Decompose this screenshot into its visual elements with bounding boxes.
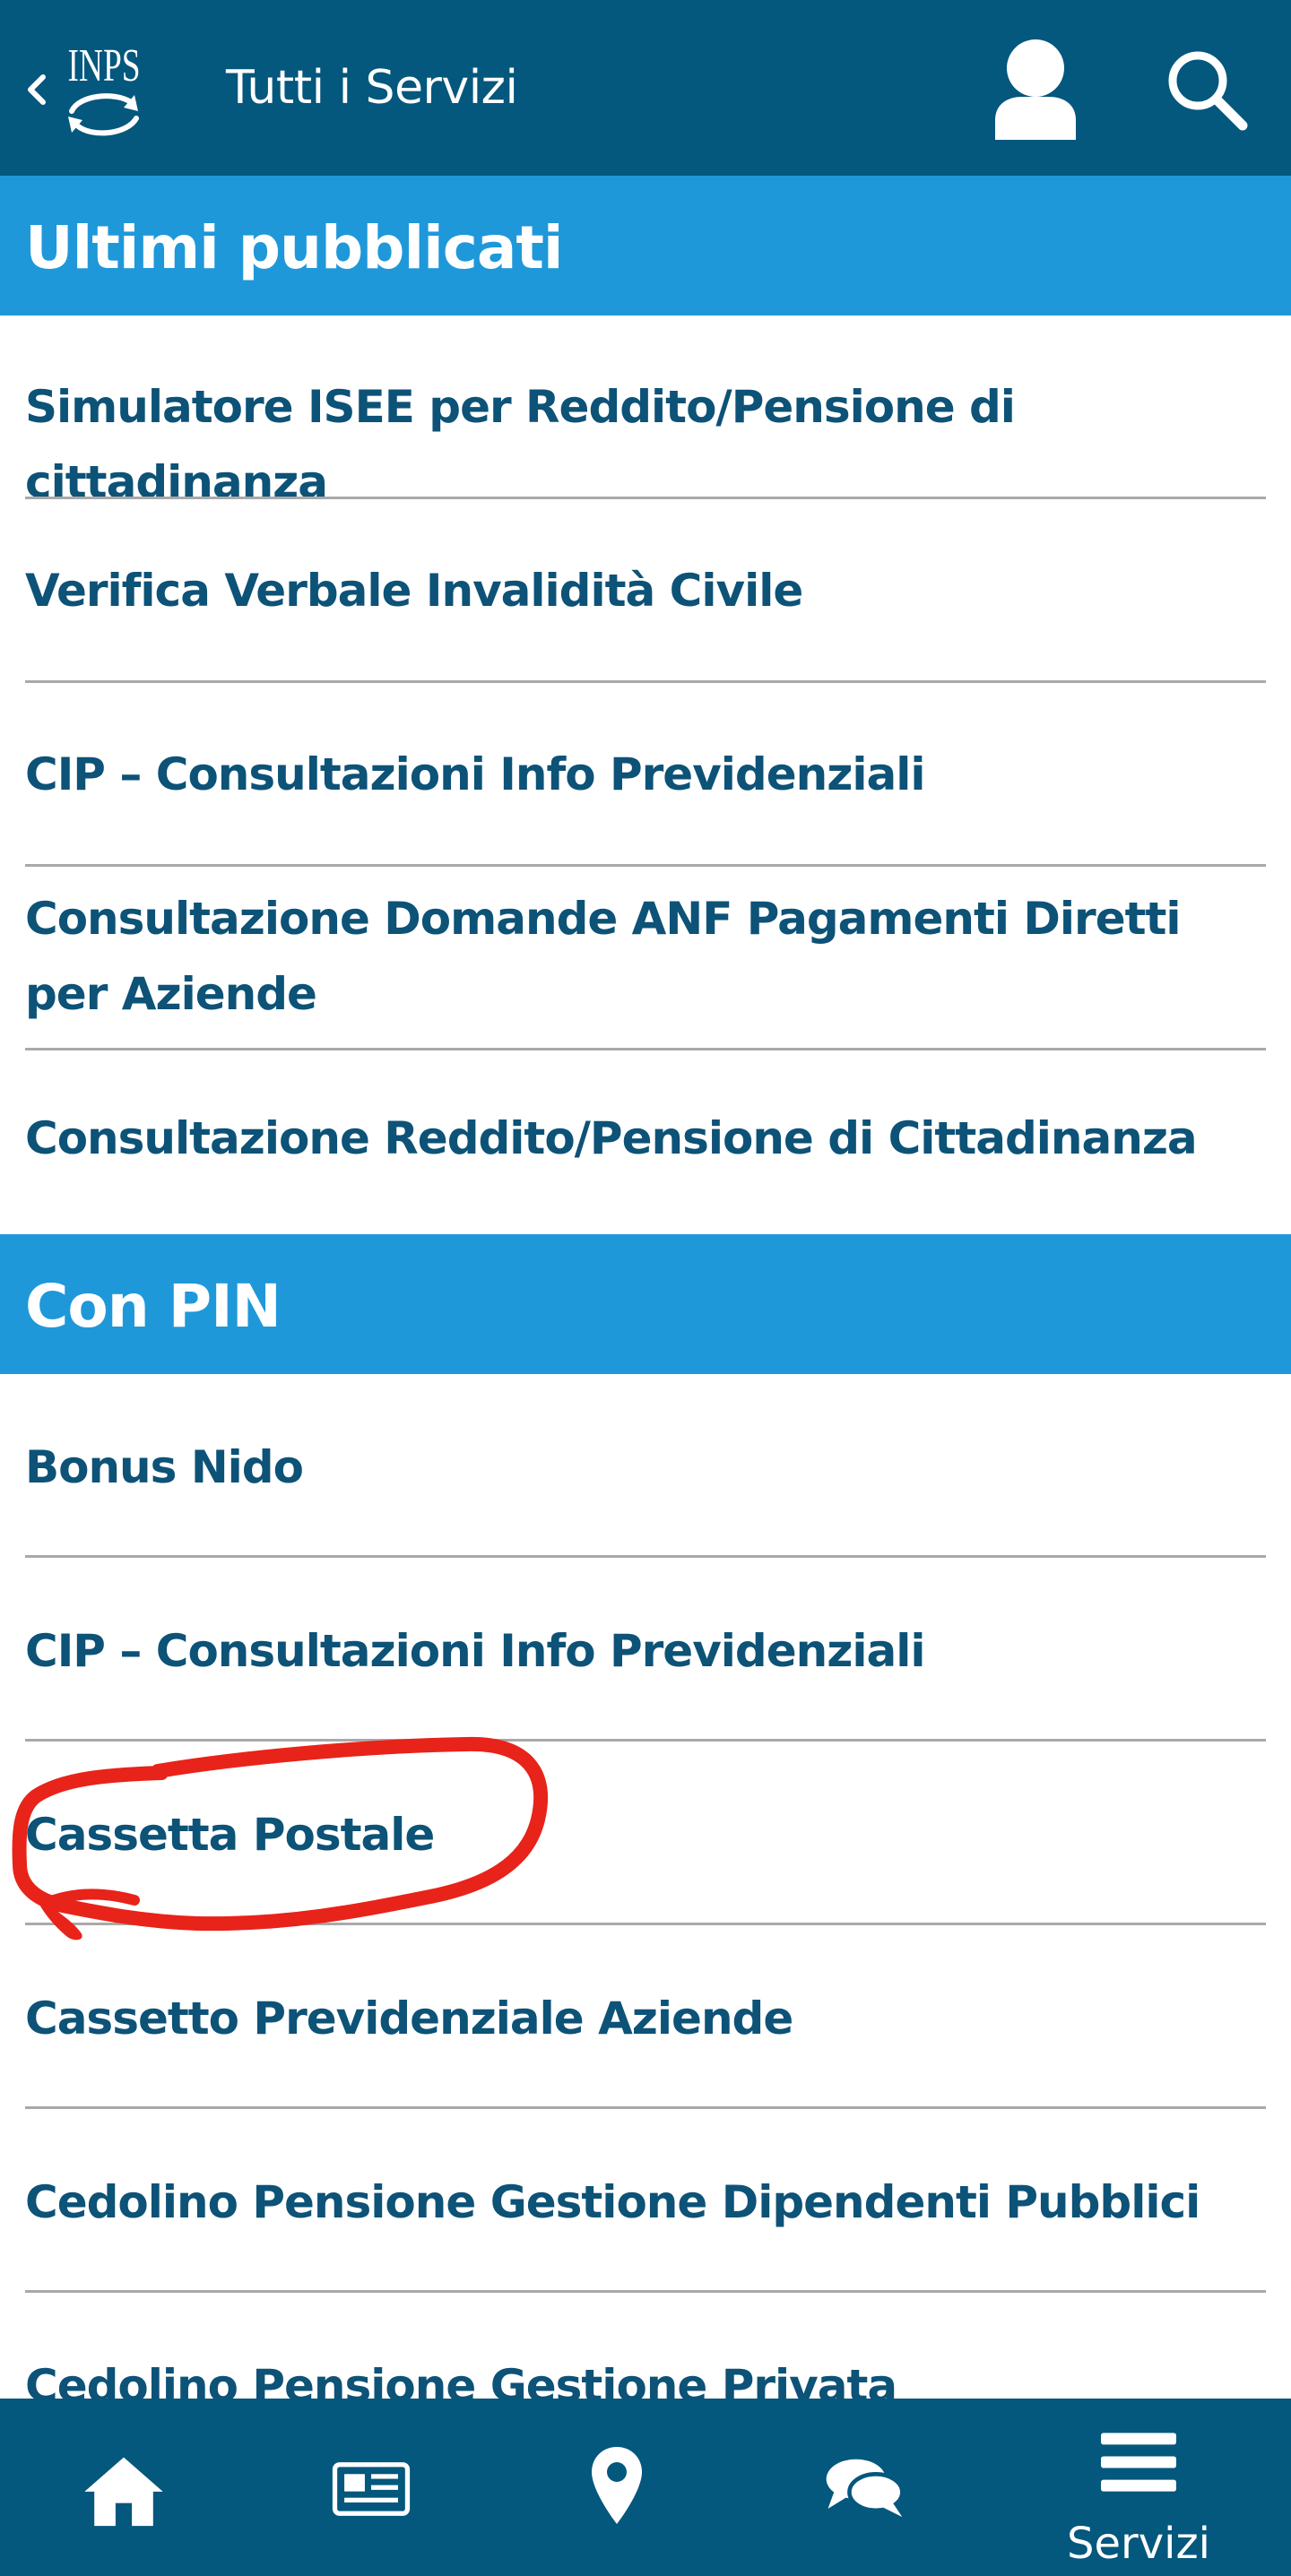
section-title: Ultimi pubblicati bbox=[25, 213, 564, 282]
list-item[interactable]: Cassetta Postale bbox=[0, 1742, 1291, 1925]
section-header-ultimi-pubblicati: Ultimi pubblicati bbox=[0, 176, 1291, 316]
nav-servizi[interactable]: Servizi bbox=[1058, 2399, 1219, 2576]
bottom-nav: Servizi bbox=[0, 2399, 1291, 2576]
page-title: Tutti i Servizi bbox=[226, 61, 518, 115]
list-item-label: Verifica Verbale Invalidità Civile bbox=[25, 565, 803, 617]
list-item[interactable]: Simulatore ISEE per Reddito/Pensione di … bbox=[0, 316, 1291, 508]
section-title: Con PIN bbox=[25, 1272, 282, 1341]
app-header: INPS Tutti i Servizi bbox=[0, 0, 1291, 176]
inps-logo: INPS bbox=[67, 39, 141, 136]
list-item[interactable]: Consultazione Reddito/Pensione di Cittad… bbox=[0, 1050, 1291, 1234]
nav-location[interactable] bbox=[550, 2399, 685, 2576]
list-item[interactable]: Cedolino Pensione Gestione Dipendenti Pu… bbox=[0, 2109, 1291, 2293]
list-item-label: Cedolino Pensione Gestione Dipendenti Pu… bbox=[25, 2176, 1200, 2228]
nav-home[interactable] bbox=[56, 2399, 190, 2576]
svg-text:INPS: INPS bbox=[67, 39, 140, 91]
location-pin-icon bbox=[592, 2447, 642, 2524]
chat-icon bbox=[826, 2459, 905, 2518]
list-item-label: Cassetta Postale bbox=[25, 1809, 435, 1861]
list-item-label: CIP – Consultazioni Info Previdenziali bbox=[25, 1625, 925, 1677]
home-icon bbox=[84, 2457, 163, 2527]
chevron-left-icon[interactable] bbox=[23, 72, 50, 108]
list-item[interactable]: Bonus Nido bbox=[0, 1374, 1291, 1558]
list-item[interactable]: Cassetto Previdenziale Aziende bbox=[0, 1925, 1291, 2109]
list-item-label: CIP – Consultazioni Info Previdenziali bbox=[25, 748, 925, 800]
list-item[interactable]: Verifica Verbale Invalidità Civile bbox=[0, 499, 1291, 683]
nav-label: Servizi bbox=[1066, 2519, 1210, 2569]
user-icon[interactable] bbox=[986, 34, 1085, 142]
list-item-label: Consultazione Domande ANF Pagamenti Dire… bbox=[25, 893, 1182, 1020]
list-item[interactable]: Consultazione Domande ANF Pagamenti Dire… bbox=[0, 867, 1291, 1050]
list-item[interactable]: CIP – Consultazioni Info Previdenziali bbox=[0, 683, 1291, 867]
menu-icon bbox=[1101, 2433, 1176, 2492]
nav-chat[interactable] bbox=[798, 2399, 932, 2576]
list-item-label: Cassetto Previdenziale Aziende bbox=[25, 1993, 793, 2044]
list-item-label: Consultazione Reddito/Pensione di Cittad… bbox=[25, 1112, 1198, 1164]
nav-news[interactable] bbox=[305, 2399, 439, 2576]
news-icon bbox=[332, 2462, 411, 2516]
list-item[interactable]: CIP – Consultazioni Info Previdenziali bbox=[0, 1558, 1291, 1742]
search-icon[interactable] bbox=[1162, 45, 1252, 134]
list-item-label: Bonus Nido bbox=[25, 1441, 304, 1493]
list-item[interactable]: Cedolino Pensione Gestione Privata bbox=[0, 2293, 1291, 2399]
section-header-con-pin: Con PIN bbox=[0, 1234, 1291, 1374]
list-item-label: Cedolino Pensione Gestione Privata bbox=[25, 2360, 897, 2399]
